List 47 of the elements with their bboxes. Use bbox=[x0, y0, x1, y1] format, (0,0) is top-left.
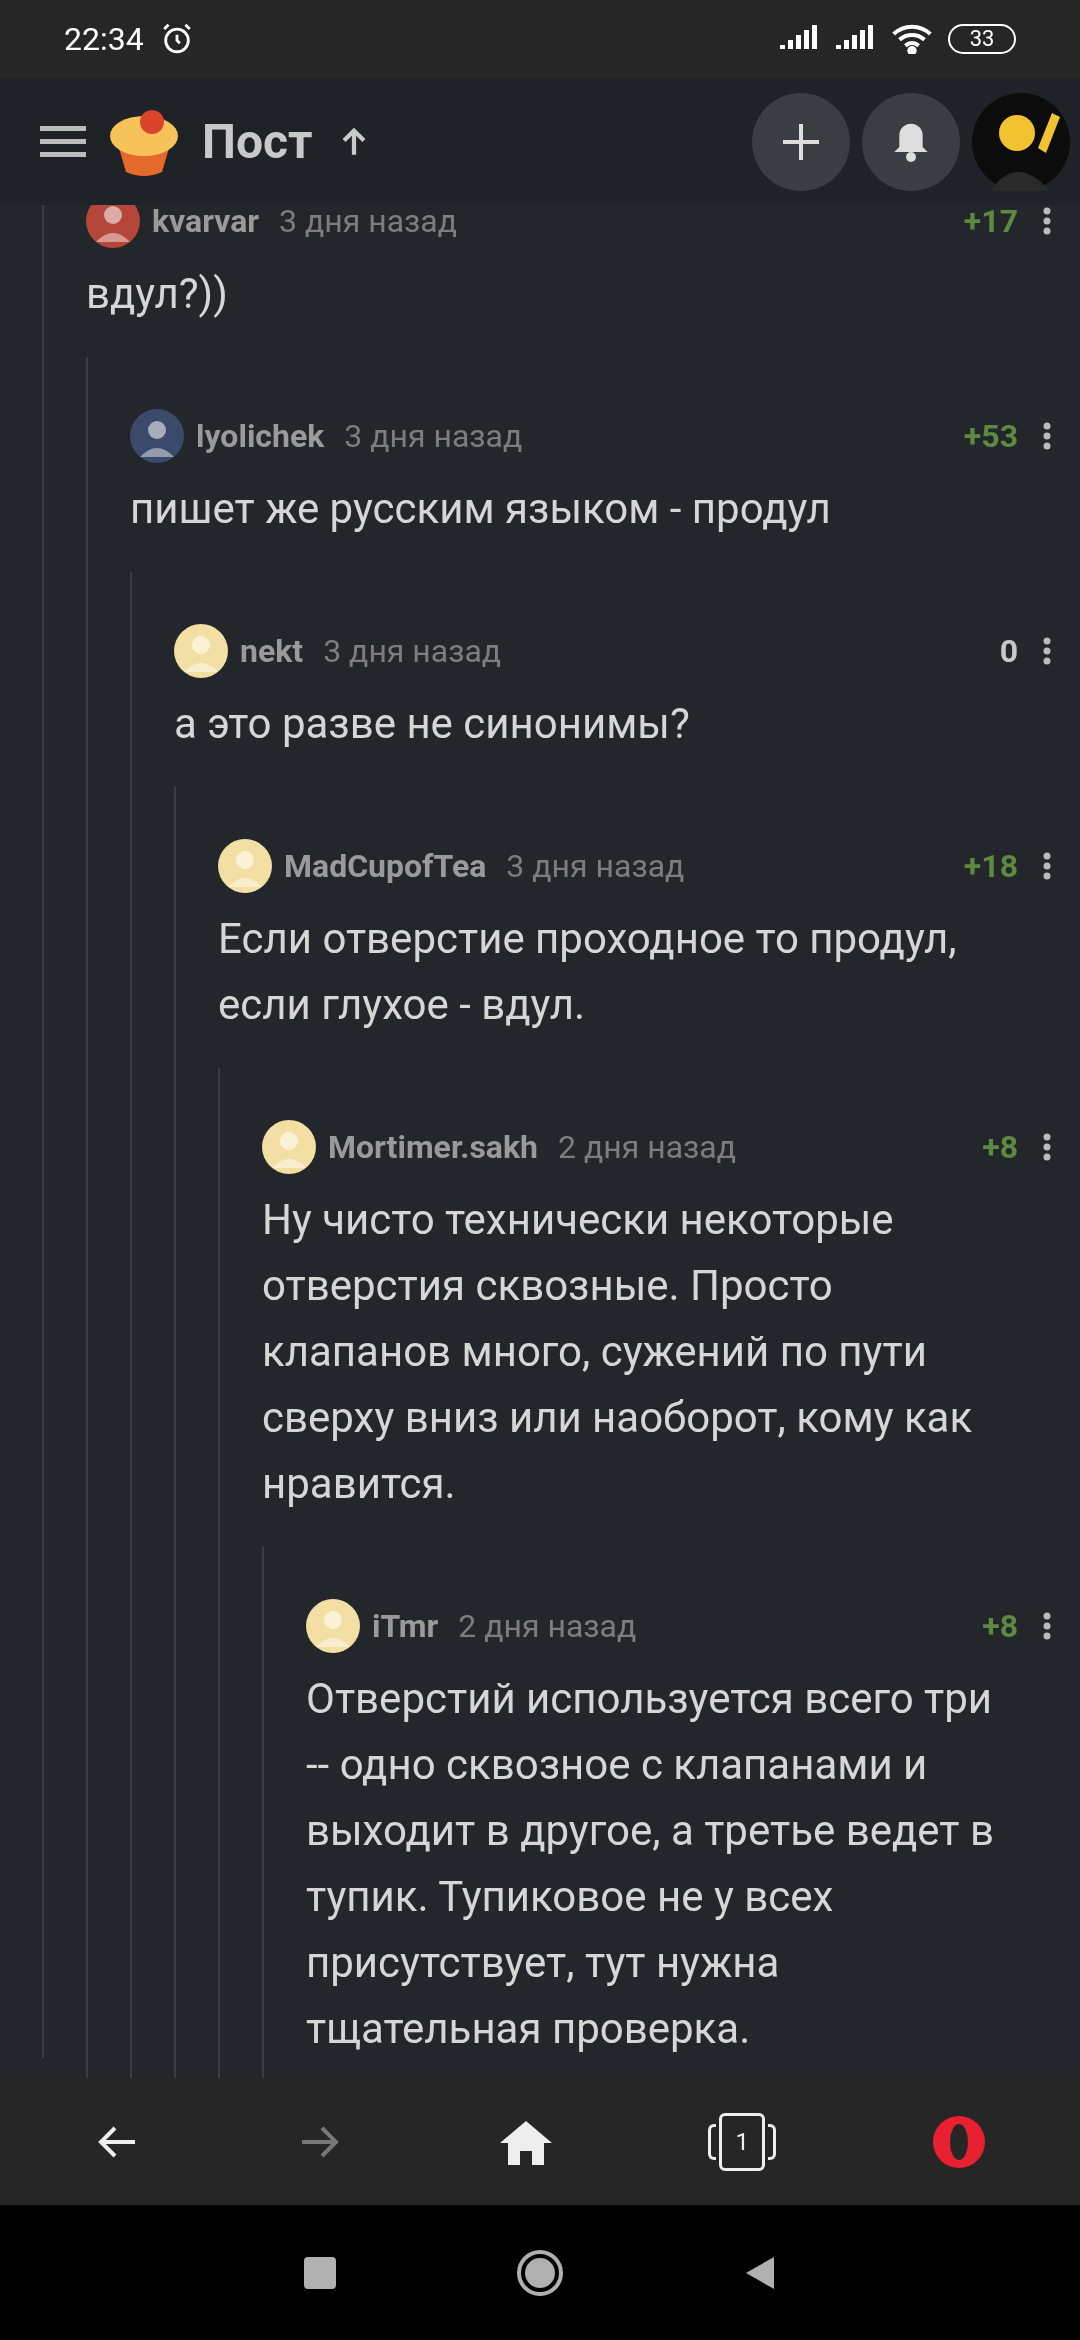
avatar[interactable] bbox=[262, 1120, 316, 1174]
comment-score: +53 bbox=[963, 416, 1018, 457]
wifi-icon bbox=[892, 24, 932, 54]
comment-text: Отверстий используется всего три -- одно сквозное с клапанами и выходит в другое, а третье ведет в тупик. Тупиковое не у всех присутствует, тут нужна тщательная проверка. bbox=[306, 1673, 995, 2055]
comment-score: +8 bbox=[982, 1606, 1018, 1647]
comment-time: 3 дня назад bbox=[344, 416, 523, 457]
status-time: 22:34 bbox=[64, 19, 144, 60]
avatar[interactable] bbox=[174, 624, 228, 678]
more-icon[interactable] bbox=[1042, 421, 1052, 451]
menu-icon[interactable] bbox=[40, 123, 86, 160]
more-icon[interactable] bbox=[1042, 1611, 1052, 1641]
comment-author[interactable]: iTmr bbox=[372, 1602, 439, 1650]
comment-author[interactable]: Mortimer.sakh bbox=[328, 1123, 538, 1171]
comment-author[interactable]: lyolichek bbox=[196, 412, 325, 460]
more-icon[interactable] bbox=[1042, 1132, 1052, 1162]
more-icon[interactable] bbox=[1042, 851, 1052, 881]
comment-score: +18 bbox=[963, 846, 1018, 887]
comment-text: пишет же русским языком - продул bbox=[130, 483, 832, 535]
comment-author[interactable]: nekt bbox=[240, 627, 304, 675]
comment-time: 2 дня назад bbox=[458, 1606, 637, 1647]
battery-icon: 33 bbox=[948, 24, 1016, 54]
avatar[interactable] bbox=[130, 409, 184, 463]
comment-text: вдул?)) bbox=[86, 268, 229, 320]
comment-text: Ну чисто технически некоторые отверстия сквозные. Просто клапанов много, сужений по пути сверху вниз или наоборот, кому как нравится. bbox=[262, 1194, 974, 1510]
back-button[interactable] bbox=[744, 2254, 776, 2291]
comment-author[interactable]: kvarvar bbox=[152, 205, 259, 245]
comment-time: 3 дня назад bbox=[506, 846, 685, 887]
more-icon[interactable] bbox=[1042, 636, 1052, 666]
plus-icon bbox=[781, 121, 821, 162]
avatar[interactable] bbox=[306, 1599, 360, 1653]
comment-score: +8 bbox=[982, 1127, 1018, 1168]
comment-score: 0 bbox=[999, 631, 1018, 672]
avatar[interactable] bbox=[972, 92, 1070, 191]
comment-time: 3 дня назад bbox=[323, 631, 502, 672]
home-button[interactable] bbox=[516, 2248, 564, 2297]
opera-icon[interactable] bbox=[930, 2113, 987, 2170]
recents-button[interactable] bbox=[304, 2256, 336, 2289]
comment-time: 3 дня назад bbox=[279, 205, 457, 242]
avatar[interactable] bbox=[218, 839, 272, 893]
comment-text: а это разве не синонимы? bbox=[174, 698, 691, 750]
comment-author[interactable]: MadCupofTea bbox=[284, 842, 487, 890]
avatar[interactable] bbox=[86, 205, 140, 248]
more-icon[interactable] bbox=[1042, 206, 1052, 236]
page-title: Пост bbox=[202, 111, 313, 172]
comment-time: 2 дня назад bbox=[558, 1127, 737, 1168]
comment-score: +17 bbox=[963, 205, 1018, 242]
comment-text: Если отверстие проходное то продул, если глухое - вдул. bbox=[218, 913, 958, 1031]
